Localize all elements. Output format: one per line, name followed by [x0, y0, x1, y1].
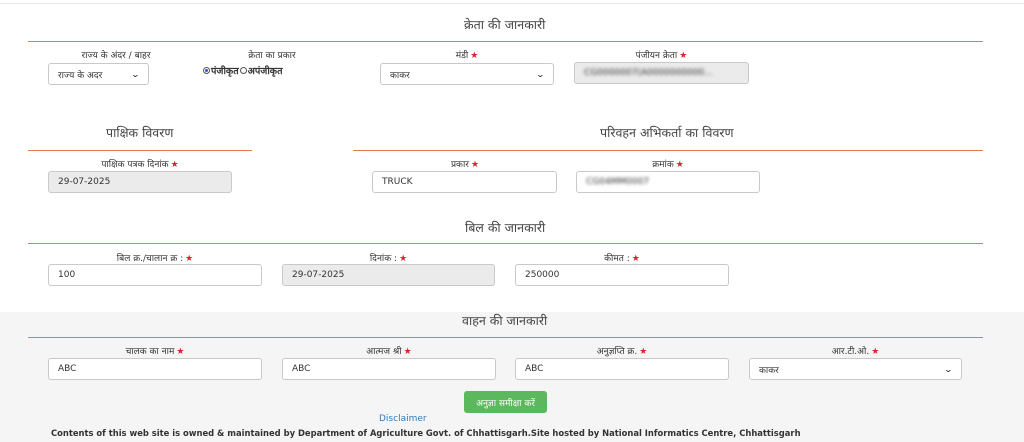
required-star-icon: ★: [631, 254, 640, 264]
price-field[interactable]: 250000: [515, 264, 729, 286]
review-button[interactable]: अनुज्ञा समीक्षा करें: [464, 391, 547, 413]
disclaimer-link[interactable]: Disclaimer: [379, 414, 427, 424]
driver-label: चालक का नाम ★: [125, 347, 185, 357]
vehicle-divider: [28, 337, 983, 338]
rto-select[interactable]: काकर ⌄: [749, 358, 962, 380]
mandi-label: मंडी ★: [455, 51, 479, 61]
transport-number-label: क्रमांक ★: [652, 160, 684, 170]
required-star-icon: ★: [403, 347, 412, 357]
bill-date-field[interactable]: 29-07-2025: [282, 264, 495, 286]
top-divider: [0, 3, 1024, 4]
buyer-section-title: क्रेता की जानकारी: [464, 17, 546, 32]
fortnight-date-field[interactable]: 29-07-2025: [48, 171, 232, 193]
fortnight-section-title: पाक्षिक विवरण: [106, 125, 174, 140]
buyer-type-label: क्रेता का प्रकार: [248, 51, 296, 61]
required-star-icon: ★: [871, 347, 880, 357]
price-label: कीमत : ★: [604, 254, 640, 264]
footer-text: Contents of this web site is owned & mai…: [51, 428, 801, 438]
state-select[interactable]: राज्य के अदर ⌄: [48, 63, 149, 85]
chevron-down-icon: ⌄: [535, 69, 546, 79]
transport-divider: [353, 150, 983, 151]
license-label: अनुज्ञप्ति क्र. ★: [596, 347, 648, 357]
rto-label: आर.टी.ओ. ★: [831, 347, 880, 357]
fortnight-date-label: पाक्षिक पत्रक दिनांक ★: [101, 160, 179, 170]
driver-field[interactable]: ABC: [48, 358, 262, 380]
bill-no-field[interactable]: 100: [48, 264, 262, 286]
transport-number-field[interactable]: CG04MM0007: [576, 171, 760, 193]
bill-divider: [28, 243, 983, 244]
required-star-icon: ★: [470, 160, 480, 170]
chevron-down-icon: ⌄: [943, 364, 954, 374]
required-star-icon: ★: [675, 160, 684, 170]
required-star-icon: ★: [399, 254, 408, 264]
radio-unregistered-label: अपंजीकृत: [247, 66, 283, 77]
transport-type-field[interactable]: TRUCK: [372, 171, 557, 193]
bill-date-label: दिनांक : ★: [369, 254, 408, 264]
radio-registered[interactable]: [203, 67, 210, 74]
fortnight-divider: [28, 150, 252, 151]
mandi-select[interactable]: काकर ⌄: [380, 63, 554, 85]
license-field[interactable]: ABC: [515, 358, 729, 380]
bill-section-title: बिल की जानकारी: [465, 220, 546, 235]
state-label: राज्य के अंदर / बाहर: [81, 51, 151, 61]
required-star-icon: ★: [470, 51, 479, 61]
registered-buyer-field[interactable]: CG0000007(A0000000000...: [574, 62, 749, 84]
relative-label: आत्मज श्री ★: [366, 347, 412, 357]
radio-registered-label: पंजीकृत: [211, 66, 239, 77]
transport-type-label: प्रकार ★: [450, 160, 480, 170]
vehicle-section-title: वाहन की जानकारी: [462, 313, 548, 328]
transport-section-title: परिवहन अभिकर्ता का विवरण: [600, 125, 734, 140]
required-star-icon: ★: [639, 347, 648, 357]
required-star-icon: ★: [170, 160, 179, 170]
radio-unregistered[interactable]: [239, 67, 247, 74]
buyer-type-radios: पंजीकृत अपंजीकृत: [203, 64, 283, 77]
relative-field[interactable]: ABC: [282, 358, 496, 380]
required-star-icon: ★: [185, 254, 194, 264]
required-star-icon: ★: [679, 51, 688, 61]
buyer-divider: [28, 41, 983, 42]
chevron-down-icon: ⌄: [130, 69, 141, 79]
bill-no-label: बिल क्र./चालान क्र : ★: [116, 254, 194, 264]
required-star-icon: ★: [176, 347, 185, 357]
registered-buyer-label: पंजीयन क्रेता ★: [635, 51, 688, 61]
